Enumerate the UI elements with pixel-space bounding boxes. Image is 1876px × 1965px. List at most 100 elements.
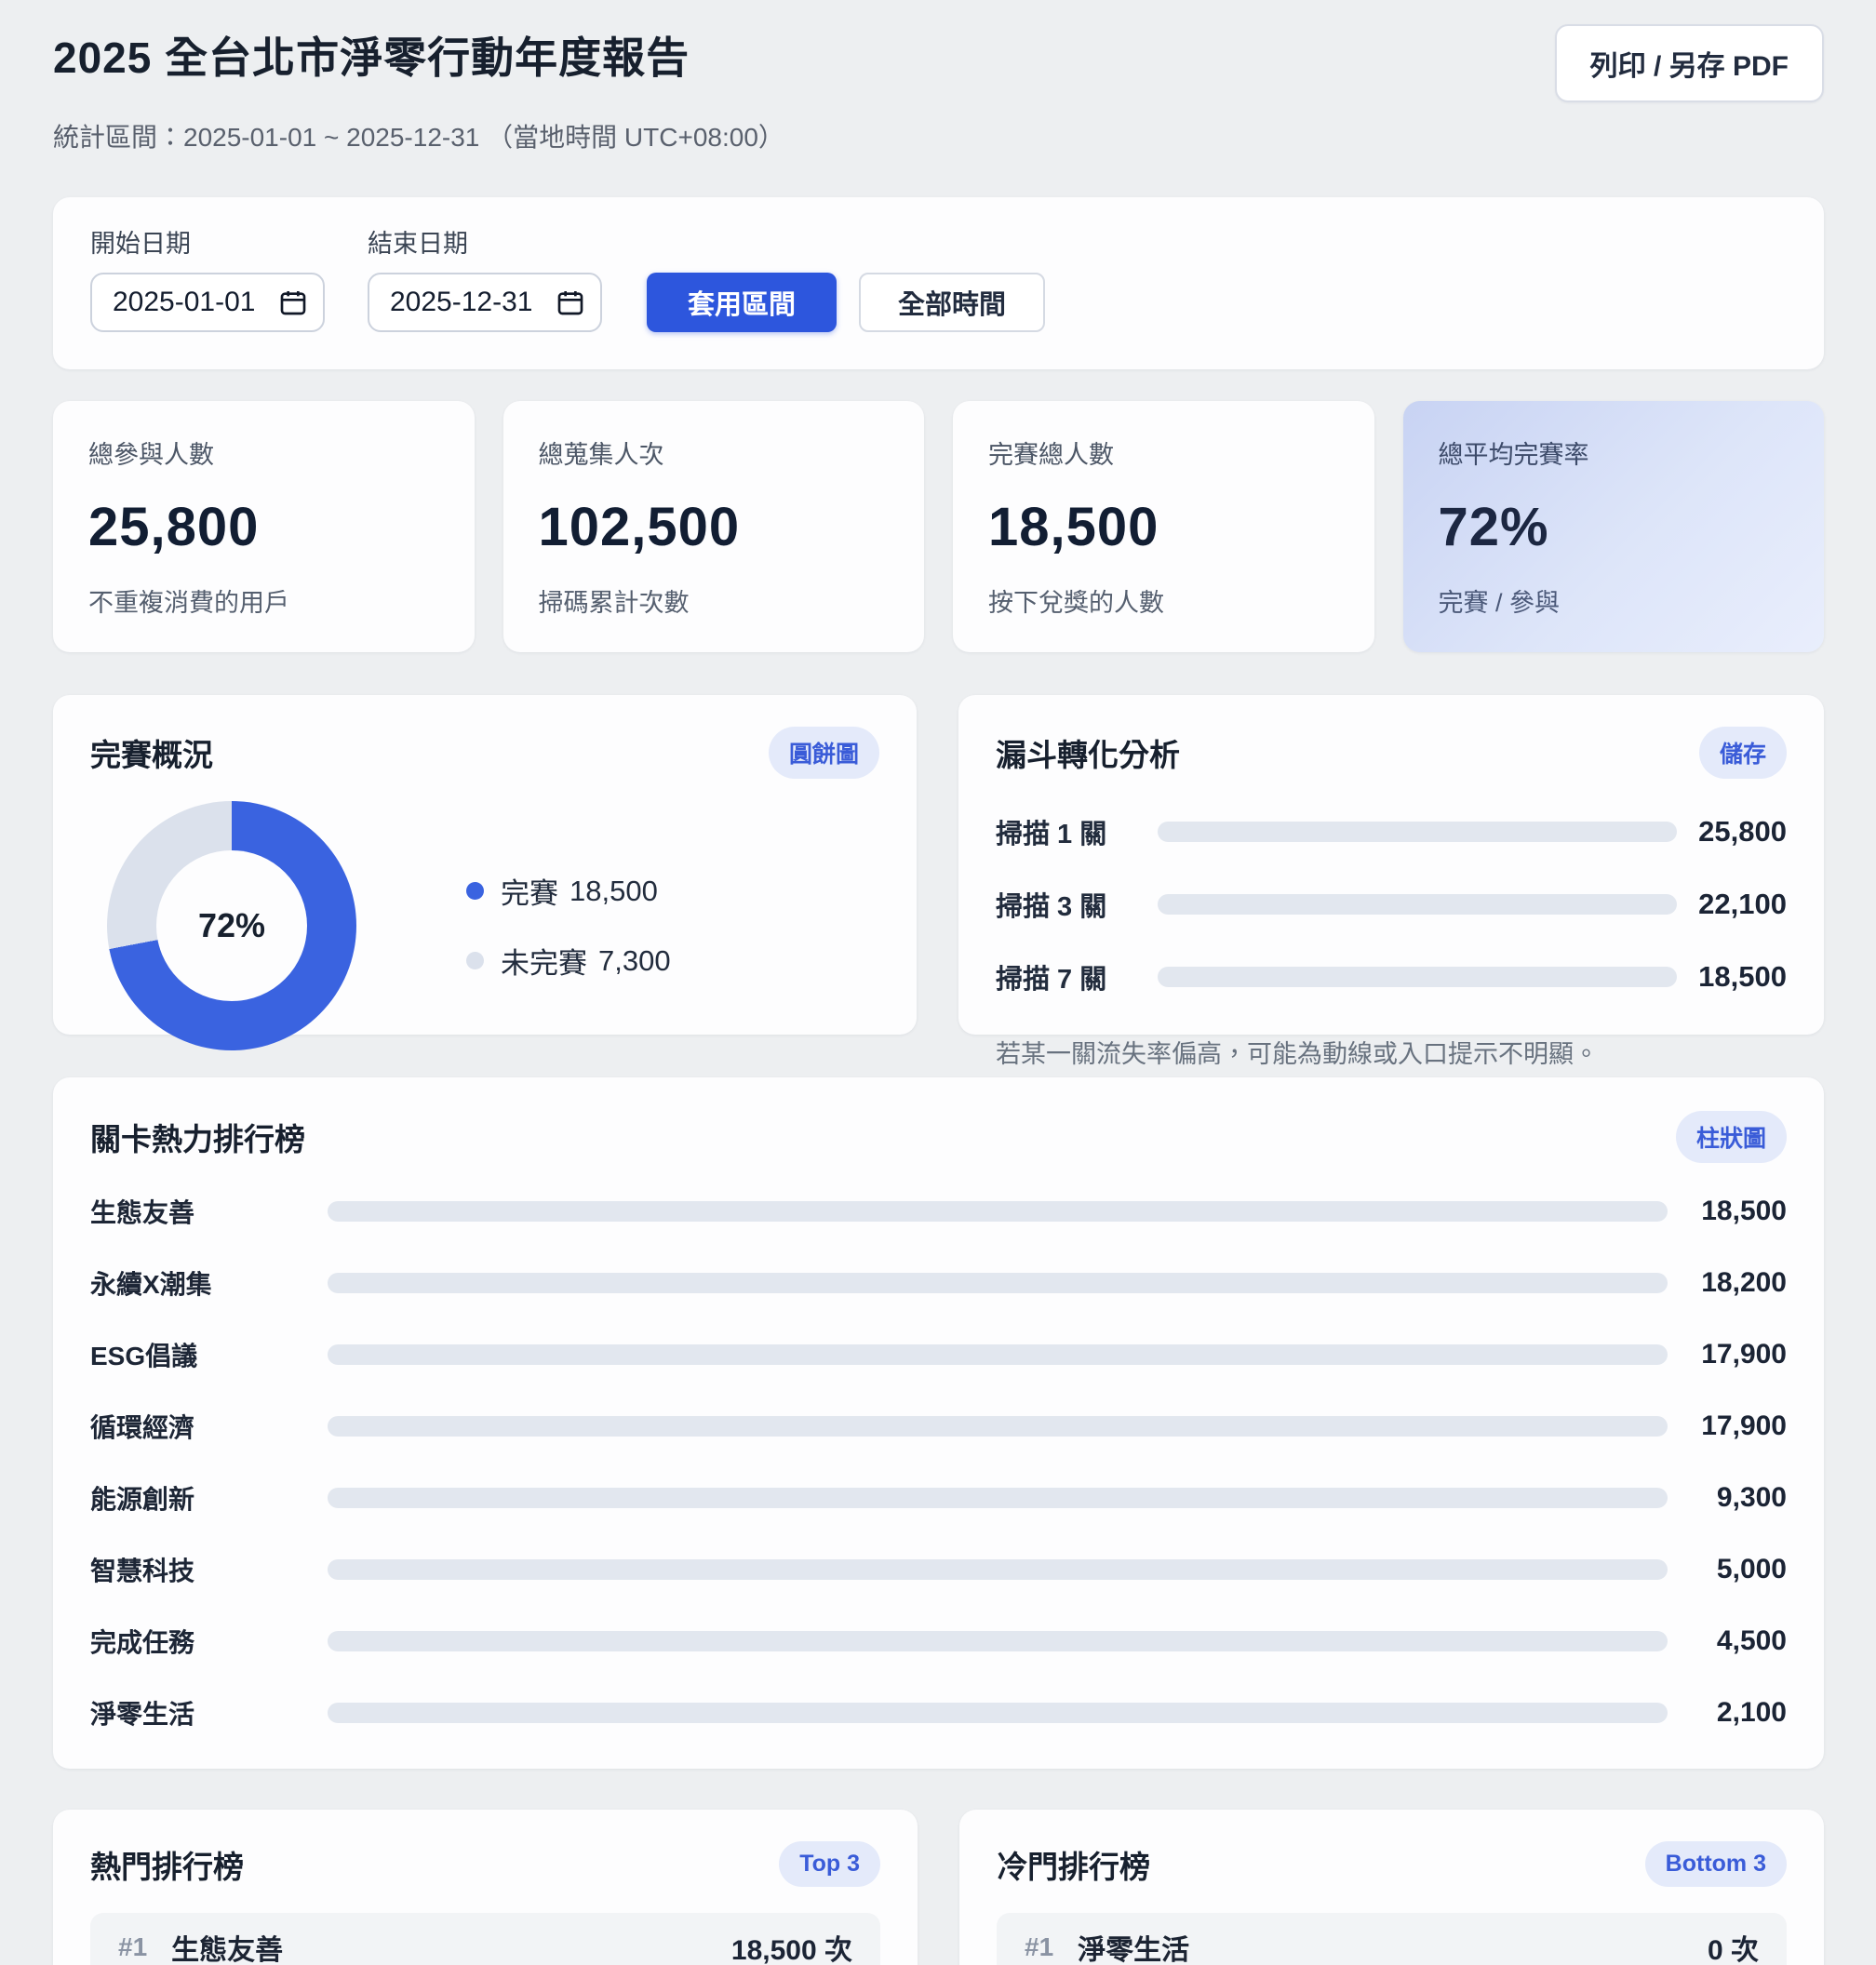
list-rank: #1 bbox=[118, 1932, 147, 1962]
all-time-button[interactable]: 全部時間 bbox=[859, 273, 1045, 332]
heat-row-value: 18,200 bbox=[1668, 1267, 1787, 1299]
legend-item-finished: 完賽 18,500 bbox=[466, 870, 671, 912]
kpi-card-completion-rate: 總平均完賽率 72% 完賽 / 參與 bbox=[1403, 401, 1825, 652]
top3-badge: Top 3 bbox=[779, 1841, 880, 1887]
kpi-value: 25,800 bbox=[88, 496, 439, 558]
calendar-icon[interactable] bbox=[556, 287, 585, 317]
kpi-card-collections: 總蒐集人次 102,500 掃碼累計次數 bbox=[503, 401, 925, 652]
end-date-field: 結束日期 bbox=[368, 223, 602, 332]
funnel-badge: 儲存 bbox=[1699, 727, 1787, 779]
report-page: 2025 全台北市淨零行動年度報告 列印 / 另存 PDF 統計區間：2025-… bbox=[0, 0, 1876, 1965]
heat-row-label: ESG倡議 bbox=[90, 1336, 328, 1373]
list-item: #1 淨零生活 0 次 bbox=[997, 1913, 1787, 1965]
legend-value: 7,300 bbox=[598, 944, 671, 978]
funnel-row-value: 22,100 bbox=[1677, 888, 1787, 921]
kpi-value: 18,500 bbox=[988, 496, 1339, 558]
print-pdf-button[interactable]: 列印 / 另存 PDF bbox=[1555, 24, 1824, 102]
heat-bar-track bbox=[328, 1201, 1668, 1222]
kpi-value: 72% bbox=[1439, 496, 1789, 558]
heat-row-label: 完成任務 bbox=[90, 1623, 328, 1660]
funnel-row-value: 25,800 bbox=[1677, 815, 1787, 849]
list-label: 淨零生活 bbox=[1078, 1927, 1189, 1965]
pie-chart-badge: 圓餅圖 bbox=[769, 727, 879, 779]
heat-row-label: 循環經濟 bbox=[90, 1408, 328, 1445]
calendar-icon[interactable] bbox=[278, 287, 308, 317]
kpi-row: 總參與人數 25,800 不重複消費的用戶 總蒐集人次 102,500 掃碼累計… bbox=[53, 401, 1824, 652]
list-value: 0 次 bbox=[1708, 1927, 1759, 1965]
heat-row-value: 18,500 bbox=[1668, 1196, 1787, 1227]
heat-bar-track bbox=[328, 1344, 1668, 1365]
heat-row-label: 永續X潮集 bbox=[90, 1264, 328, 1302]
list-label: 生態友善 bbox=[171, 1927, 283, 1965]
kpi-sub: 掃碼累計次數 bbox=[539, 582, 890, 619]
heat-row-label: 智慧科技 bbox=[90, 1551, 328, 1588]
list-item: #1 生態友善 18,500 次 bbox=[90, 1913, 880, 1965]
funnel-row-value: 18,500 bbox=[1677, 960, 1787, 994]
funnel-bar-track bbox=[1158, 967, 1677, 987]
kpi-label: 完賽總人數 bbox=[988, 434, 1339, 471]
funnel-bar-track bbox=[1158, 822, 1677, 842]
heat-row-label: 能源創新 bbox=[90, 1479, 328, 1517]
legend-dot bbox=[466, 952, 484, 969]
kpi-label: 總參與人數 bbox=[88, 434, 439, 471]
heat-row: 生態友善 18,500 bbox=[90, 1193, 1787, 1230]
legend-dot bbox=[466, 882, 484, 900]
heat-row: 智慧科技 5,000 bbox=[90, 1551, 1787, 1588]
heat-bar-track bbox=[328, 1273, 1668, 1293]
start-date-field: 開始日期 bbox=[90, 223, 325, 332]
start-date-label: 開始日期 bbox=[90, 223, 325, 260]
hot-ranking-title: 熱門排行榜 bbox=[90, 1842, 244, 1887]
heat-row: 淨零生活 2,100 bbox=[90, 1694, 1787, 1731]
ranking-lists-row: 熱門排行榜 Top 3 #1 生態友善 18,500 次 #2 永續X潮集 18… bbox=[53, 1810, 1824, 1965]
cold-ranking-title: 冷門排行榜 bbox=[997, 1842, 1150, 1887]
funnel-row-label: 掃描 7 關 bbox=[996, 957, 1158, 996]
heat-bar-track bbox=[328, 1416, 1668, 1437]
donut-hole: 72% bbox=[156, 850, 307, 1001]
hot-ranking-rows: #1 生態友善 18,500 次 #2 永續X潮集 18,200 次 #3 ES… bbox=[90, 1913, 880, 1965]
page-title: 2025 全台北市淨零行動年度報告 bbox=[53, 24, 690, 86]
completion-title: 完賽概況 bbox=[90, 730, 213, 775]
funnel-row: 掃描 1 關 25,800 bbox=[996, 812, 1787, 851]
heat-row: 循環經濟 17,900 bbox=[90, 1408, 1787, 1445]
legend-label: 完賽 bbox=[501, 870, 558, 912]
bottom3-badge: Bottom 3 bbox=[1645, 1841, 1787, 1887]
apply-range-button[interactable]: 套用區間 bbox=[647, 273, 837, 332]
list-rank: #1 bbox=[1025, 1932, 1053, 1962]
donut-center-label: 72% bbox=[198, 906, 265, 945]
completion-card: 完賽概況 圓餅圖 72% 完賽 18,500 bbox=[53, 695, 917, 1035]
completion-legend: 完賽 18,500 未完賽 7,300 bbox=[466, 870, 671, 982]
heat-row-value: 5,000 bbox=[1668, 1554, 1787, 1585]
funnel-row-label: 掃描 1 關 bbox=[996, 812, 1158, 851]
legend-item-unfinished: 未完賽 7,300 bbox=[466, 940, 671, 982]
kpi-label: 總蒐集人次 bbox=[539, 434, 890, 471]
end-date-label: 結束日期 bbox=[368, 223, 602, 260]
kpi-sub: 完賽 / 參與 bbox=[1439, 582, 1789, 619]
bar-chart-badge: 柱狀圖 bbox=[1676, 1111, 1787, 1163]
completion-donut: 72% bbox=[107, 801, 356, 1050]
heat-bar-track bbox=[328, 1559, 1668, 1580]
charts-row: 完賽概況 圓餅圖 72% 完賽 18,500 bbox=[53, 695, 1824, 1035]
heat-bar-track bbox=[328, 1488, 1668, 1508]
heat-bar-track bbox=[328, 1631, 1668, 1651]
kpi-card-finishers: 完賽總人數 18,500 按下兌獎的人數 bbox=[953, 401, 1374, 652]
funnel-note: 若某一關流失率偏高，可能為動線或入口提示不明顯。 bbox=[996, 1034, 1787, 1070]
cold-ranking-card: 冷門排行榜 Bottom 3 #1 淨零生活 0 次 #2 完成任務 0 次 #… bbox=[959, 1810, 1824, 1965]
legend-value: 18,500 bbox=[570, 875, 658, 908]
funnel-row: 掃描 7 關 18,500 bbox=[996, 957, 1787, 996]
heat-title: 關卡熱力排行榜 bbox=[90, 1115, 305, 1159]
heat-row-value: 9,300 bbox=[1668, 1482, 1787, 1514]
filter-bar: 開始日期 結束日期 套用區間 全部時間 bbox=[53, 197, 1824, 369]
funnel-rows: 掃描 1 關 25,800 掃描 3 關 22,100 掃描 7 關 18,50… bbox=[996, 812, 1787, 996]
funnel-bar-track bbox=[1158, 894, 1677, 915]
heat-row-value: 17,900 bbox=[1668, 1410, 1787, 1442]
kpi-sub: 按下兌獎的人數 bbox=[988, 582, 1339, 619]
heat-row-label: 淨零生活 bbox=[90, 1694, 328, 1731]
header: 2025 全台北市淨零行動年度報告 列印 / 另存 PDF bbox=[53, 24, 1824, 102]
list-value: 18,500 次 bbox=[731, 1927, 852, 1965]
kpi-value: 102,500 bbox=[539, 496, 890, 558]
heat-ranking-card: 關卡熱力排行榜 柱狀圖 生態友善 18,500 永續X潮集 18,200 ESG… bbox=[53, 1077, 1824, 1769]
kpi-sub: 不重複消費的用戶 bbox=[88, 582, 439, 619]
hot-ranking-card: 熱門排行榜 Top 3 #1 生態友善 18,500 次 #2 永續X潮集 18… bbox=[53, 1810, 918, 1965]
funnel-title: 漏斗轉化分析 bbox=[996, 730, 1180, 775]
legend-label: 未完賽 bbox=[501, 940, 587, 982]
